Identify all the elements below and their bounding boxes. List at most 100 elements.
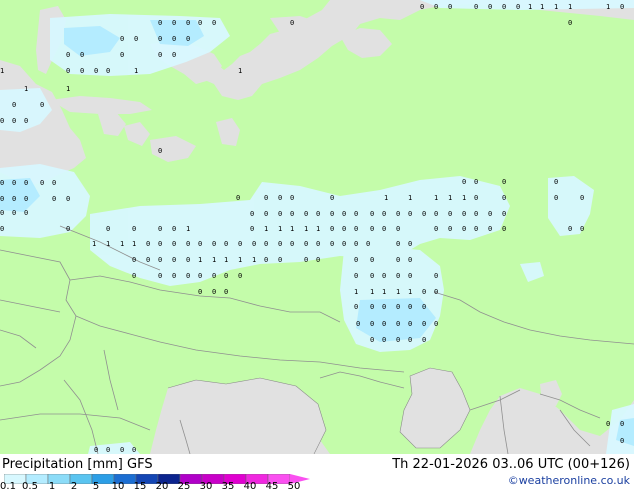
precip-value: 0 xyxy=(0,209,4,217)
scale-tick-label: 45 xyxy=(265,481,279,492)
precip-value: 1 xyxy=(134,67,138,75)
precip-value: 1 xyxy=(106,240,110,248)
scale-tick-label: 20 xyxy=(155,481,169,492)
precip-value: 0 xyxy=(186,19,190,27)
precip-value: 0 xyxy=(396,225,400,233)
precip-value: 0 xyxy=(554,194,558,202)
precip-value: 0 xyxy=(12,179,16,187)
precip-value: 0 xyxy=(172,256,176,264)
precip-value: 0 xyxy=(408,256,412,264)
precip-value: 1 xyxy=(408,288,412,296)
precip-value: 0 xyxy=(290,194,294,202)
precip-value: 0 xyxy=(172,272,176,280)
precip-value: 0 xyxy=(278,210,282,218)
precip-value: 0 xyxy=(132,272,136,280)
precip-value: 0 xyxy=(198,288,202,296)
precip-value: 0 xyxy=(620,420,624,428)
precip-value: 1 xyxy=(186,225,190,233)
precip-value: 1 xyxy=(252,256,256,264)
precip-value: 0 xyxy=(198,240,202,248)
precip-value: 0 xyxy=(0,195,4,203)
scale-tick-label: 2 xyxy=(70,481,78,492)
precip-value: 0 xyxy=(396,272,400,280)
precip-value: 0 xyxy=(66,225,70,233)
precip-value: 1 xyxy=(540,3,544,11)
precip-value: 0 xyxy=(52,179,56,187)
precip-value: 0 xyxy=(502,194,506,202)
precip-value: 0 xyxy=(422,303,426,311)
precip-value: 0 xyxy=(422,210,426,218)
precip-value: 0 xyxy=(354,303,358,311)
credit-link[interactable]: ©weatheronline.co.uk xyxy=(508,474,630,487)
precip-value: 0 xyxy=(94,67,98,75)
precip-value: 0 xyxy=(186,240,190,248)
precip-value: 1 xyxy=(354,288,358,296)
precip-value: 0 xyxy=(330,225,334,233)
precip-value: 0 xyxy=(264,240,268,248)
precip-value: 0 xyxy=(52,195,56,203)
precip-value: 0 xyxy=(434,3,438,11)
map-title: Precipitation [mm] GFS xyxy=(2,457,153,472)
precip-value: 0 xyxy=(172,51,176,59)
precip-value: 0 xyxy=(474,3,478,11)
precip-value: 0 xyxy=(250,225,254,233)
precip-value: 0 xyxy=(158,35,162,43)
precip-value: 1 xyxy=(264,225,268,233)
precip-value: 0 xyxy=(0,225,4,233)
precip-value: 0 xyxy=(198,272,202,280)
precip-value: 0 xyxy=(172,240,176,248)
precip-value: 1 xyxy=(448,194,452,202)
precip-value: 0 xyxy=(158,240,162,248)
precip-value: 0 xyxy=(40,179,44,187)
precip-value: 0 xyxy=(132,256,136,264)
forecast-run-time: Th 22-01-2026 03..06 UTC (00+126) xyxy=(392,457,630,472)
precip-value: 0 xyxy=(186,272,190,280)
precip-value: 0 xyxy=(448,225,452,233)
precip-value: 0 xyxy=(434,288,438,296)
precip-value: 0 xyxy=(474,194,478,202)
precip-value: 0 xyxy=(132,225,136,233)
precip-value: 0 xyxy=(342,210,346,218)
precip-value: 0 xyxy=(120,35,124,43)
precip-value: 0 xyxy=(40,101,44,109)
precip-value: 0 xyxy=(158,272,162,280)
precipitation-map: 0000000000000000000011111000000000000000… xyxy=(0,0,634,455)
precip-value: 0 xyxy=(252,240,256,248)
precip-value: 0 xyxy=(212,272,216,280)
precip-value: 0 xyxy=(370,336,374,344)
scale-tick-label: 25 xyxy=(177,481,191,492)
precip-value: 0 xyxy=(462,225,466,233)
precip-value: 1 xyxy=(132,240,136,248)
scale-tick-label: 30 xyxy=(199,481,213,492)
precip-value: 0 xyxy=(106,446,110,454)
precip-value: 0 xyxy=(356,320,360,328)
precip-value: 0 xyxy=(382,336,386,344)
precip-value: 0 xyxy=(396,320,400,328)
precip-value: 1 xyxy=(0,67,4,75)
precip-value: 0 xyxy=(474,178,478,186)
precip-value: 0 xyxy=(568,225,572,233)
precip-value: 1 xyxy=(554,3,558,11)
precip-value: 1 xyxy=(238,256,242,264)
precip-value: 0 xyxy=(330,240,334,248)
precip-value: 0 xyxy=(290,210,294,218)
precip-value: 0 xyxy=(408,272,412,280)
precip-value: 0 xyxy=(290,19,294,27)
precip-value: 0 xyxy=(236,194,240,202)
precip-value: 0 xyxy=(370,272,374,280)
precip-value: 0 xyxy=(462,178,466,186)
precip-value: 0 xyxy=(132,446,136,454)
precip-value: 0 xyxy=(382,210,386,218)
precip-value: 0 xyxy=(24,195,28,203)
precip-value: 0 xyxy=(120,446,124,454)
precip-value: 0 xyxy=(224,240,228,248)
precip-value: 0 xyxy=(354,256,358,264)
precip-value: 0 xyxy=(12,117,16,125)
precip-value: 1 xyxy=(384,194,388,202)
precip-value: 0 xyxy=(316,256,320,264)
precip-value: 0 xyxy=(316,210,320,218)
precip-value: 0 xyxy=(172,225,176,233)
precip-value: 1 xyxy=(316,225,320,233)
precip-value: 1 xyxy=(304,225,308,233)
precip-value: 0 xyxy=(396,256,400,264)
